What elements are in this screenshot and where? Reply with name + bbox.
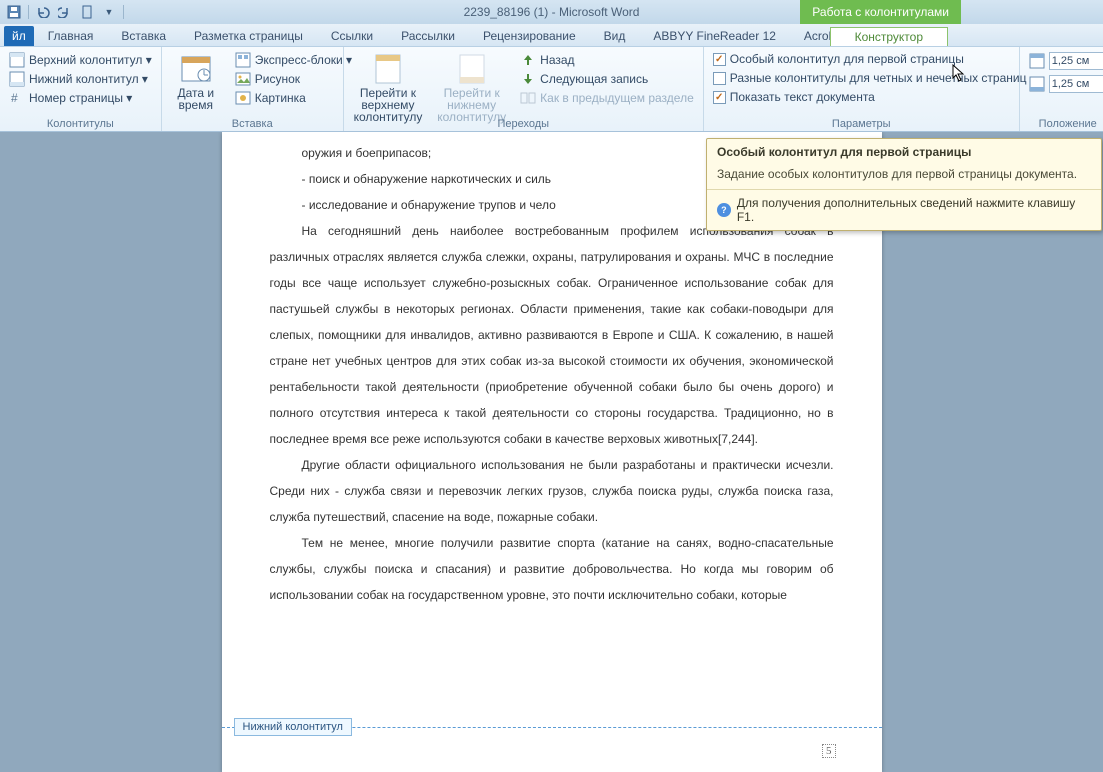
group-label: Вставка bbox=[162, 117, 343, 131]
goto-footer-button: Перейти к нижнему колонтитулу bbox=[434, 51, 509, 125]
goto-header-icon bbox=[372, 53, 404, 85]
tab-mailings[interactable]: Рассылки bbox=[387, 26, 469, 46]
qat-dropdown-icon[interactable]: ▼ bbox=[101, 4, 117, 20]
clipart-icon bbox=[235, 90, 251, 106]
footer-dropdown[interactable]: Нижний колонтитул ▾ bbox=[6, 70, 155, 88]
picture-icon bbox=[235, 71, 251, 87]
tab-review[interactable]: Рецензирование bbox=[469, 26, 590, 46]
header-from-top-value[interactable]: 1,25 см bbox=[1049, 52, 1103, 70]
window-title: 2239_88196 (1) - Microsoft Word bbox=[464, 5, 640, 19]
tooltip: Особый колонтитул для первой страницы За… bbox=[706, 138, 1102, 231]
group-label: Переходы bbox=[344, 117, 703, 131]
header-dropdown[interactable]: Верхний колонтитул ▾ bbox=[6, 51, 155, 69]
doc-paragraph: На сегодняшний день наиболее востребован… bbox=[270, 218, 834, 452]
doc-paragraph: Другие области официального использовани… bbox=[270, 452, 834, 530]
calendar-icon bbox=[180, 53, 212, 85]
picture-button[interactable]: Рисунок bbox=[232, 70, 355, 88]
group-headers-footers: Верхний колонтитул ▾ Нижний колонтитул ▾… bbox=[0, 47, 162, 131]
different-odd-even-label: Разные колонтитулы для четных и нечетных… bbox=[730, 71, 1027, 85]
footer-label: Нижний колонтитул ▾ bbox=[29, 72, 148, 86]
tab-insert[interactable]: Вставка bbox=[107, 26, 180, 46]
different-first-page-label: Особый колонтитул для первой страницы bbox=[730, 52, 964, 66]
group-label: Колонтитулы bbox=[0, 117, 161, 131]
tooltip-body: Задание особых колонтитулов для первой с… bbox=[707, 163, 1101, 190]
group-options: Особый колонтитул для первой страницы Ра… bbox=[704, 47, 1020, 131]
checkbox-icon bbox=[713, 72, 726, 85]
tooltip-f1-text: Для получения дополнительных сведений на… bbox=[737, 196, 1091, 224]
page-number-label: Номер страницы ▾ bbox=[29, 91, 132, 105]
picture-label: Рисунок bbox=[255, 72, 300, 86]
tab-abbyy[interactable]: ABBYY FineReader 12 bbox=[639, 26, 790, 46]
tab-home[interactable]: Главная bbox=[34, 26, 108, 46]
tooltip-title: Особый колонтитул для первой страницы bbox=[707, 139, 1101, 163]
link-previous-button: Как в предыдущем разделе bbox=[517, 89, 697, 107]
page-number-dropdown[interactable]: # Номер страницы ▾ bbox=[6, 89, 155, 107]
clipart-button[interactable]: Картинка bbox=[232, 89, 355, 107]
goto-header-button[interactable]: Перейти к верхнему колонтитулу bbox=[350, 51, 426, 125]
group-insert: Дата и время Экспресс-блоки ▾ Рисунок Ка… bbox=[162, 47, 344, 131]
checkbox-checked-icon bbox=[713, 53, 726, 66]
help-icon: ? bbox=[717, 203, 731, 217]
clipart-label: Картинка bbox=[255, 91, 306, 105]
next-button[interactable]: Следующая запись bbox=[517, 70, 697, 88]
header-label: Верхний колонтитул ▾ bbox=[29, 53, 152, 67]
footer-from-bottom-value[interactable]: 1,25 см bbox=[1049, 75, 1103, 93]
tab-references[interactable]: Ссылки bbox=[317, 26, 387, 46]
checkbox-checked-icon bbox=[713, 91, 726, 104]
previous-button[interactable]: Назад bbox=[517, 51, 697, 69]
datetime-label: Дата и время bbox=[174, 87, 218, 111]
ribbon: Верхний колонтитул ▾ Нижний колонтитул ▾… bbox=[0, 46, 1103, 132]
building-blocks-icon bbox=[235, 52, 251, 68]
next-label: Следующая запись bbox=[540, 72, 648, 86]
tab-design-context[interactable]: Конструктор bbox=[830, 27, 948, 46]
page-number-field[interactable]: 5 bbox=[822, 744, 836, 758]
group-navigation: Перейти к верхнему колонтитулу Перейти к… bbox=[344, 47, 704, 131]
datetime-button[interactable]: Дата и время bbox=[168, 51, 224, 113]
doc-paragraph: Тем не менее, многие получили развитие с… bbox=[270, 530, 834, 608]
contextual-tab-header: Работа с колонтитулами bbox=[800, 0, 961, 24]
save-icon[interactable] bbox=[6, 4, 22, 20]
titlebar: ▼ 2239_88196 (1) - Microsoft Word Работа… bbox=[0, 0, 1103, 24]
header-icon bbox=[9, 52, 25, 68]
hash-icon: # bbox=[9, 90, 25, 106]
svg-text:#: # bbox=[11, 91, 18, 105]
quick-access-toolbar: ▼ bbox=[0, 4, 124, 20]
quickparts-label: Экспресс-блоки ▾ bbox=[255, 53, 352, 67]
link-icon bbox=[520, 90, 536, 106]
footer-from-bottom-spinner[interactable]: 1,25 см bbox=[1026, 74, 1103, 94]
ribbon-tabs: йл Главная Вставка Разметка страницы Ссы… bbox=[0, 24, 1103, 46]
arrow-up-icon bbox=[520, 52, 536, 68]
header-from-top-spinner[interactable]: 1,25 см bbox=[1026, 51, 1103, 71]
redo-icon[interactable] bbox=[57, 4, 73, 20]
link-previous-label: Как в предыдущем разделе bbox=[540, 91, 694, 105]
group-position: 1,25 см 1,25 см Положение bbox=[1020, 47, 1103, 131]
ruler-bottom-icon bbox=[1029, 76, 1045, 92]
quickparts-button[interactable]: Экспресс-блоки ▾ bbox=[232, 51, 355, 69]
show-document-checkbox[interactable]: Показать текст документа bbox=[710, 89, 1030, 105]
different-first-page-checkbox[interactable]: Особый колонтитул для первой страницы bbox=[710, 51, 1030, 67]
tooltip-f1-hint: ? Для получения дополнительных сведений … bbox=[707, 190, 1101, 230]
ruler-top-icon bbox=[1029, 53, 1045, 69]
show-document-label: Показать текст документа bbox=[730, 90, 875, 104]
group-label: Параметры bbox=[704, 117, 1019, 131]
tab-file[interactable]: йл bbox=[4, 26, 34, 46]
undo-icon[interactable] bbox=[35, 4, 51, 20]
arrow-down-icon bbox=[520, 71, 536, 87]
group-label: Положение bbox=[1020, 117, 1103, 131]
tab-view[interactable]: Вид bbox=[590, 26, 640, 46]
footer-tag[interactable]: Нижний колонтитул bbox=[234, 718, 352, 736]
page-icon[interactable] bbox=[79, 4, 95, 20]
tab-layout[interactable]: Разметка страницы bbox=[180, 26, 317, 46]
previous-label: Назад bbox=[540, 53, 574, 67]
different-odd-even-checkbox[interactable]: Разные колонтитулы для четных и нечетных… bbox=[710, 70, 1030, 86]
goto-footer-icon bbox=[456, 53, 488, 85]
footer-icon bbox=[9, 71, 25, 87]
